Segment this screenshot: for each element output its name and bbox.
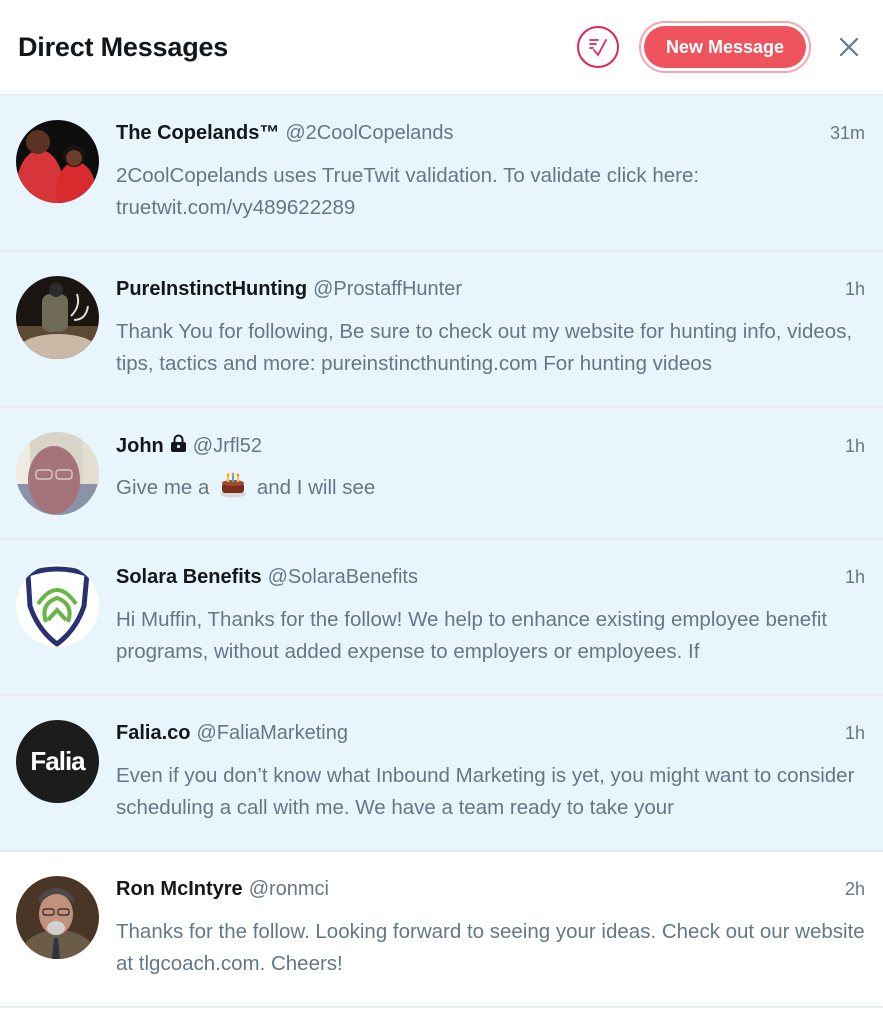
- message-preview: Thanks for the follow. Looking forward t…: [116, 920, 865, 975]
- conversation-item[interactable]: John @Jrfl52 1h Give me a and I will see: [0, 408, 883, 540]
- avatar[interactable]: Falia: [16, 720, 99, 803]
- message-preview: Even if you don’t know what Inbound Mark…: [116, 764, 855, 819]
- message-time: 2h: [844, 879, 865, 899]
- avatar[interactable]: [16, 276, 99, 359]
- new-message-focus-ring: New Message: [638, 21, 811, 73]
- protected-lock-icon: [170, 434, 187, 457]
- message-preview: 2CoolCopelands uses TrueTwit validation.…: [116, 164, 700, 219]
- avatar[interactable]: [16, 564, 99, 647]
- message-time: 1h: [844, 436, 865, 456]
- sender-handle: @Jrfl52: [192, 435, 262, 457]
- sender-handle: @FaliaMarketing: [196, 722, 348, 744]
- sender-name: Solara Benefits: [116, 566, 262, 588]
- avatar[interactable]: [16, 432, 99, 515]
- message-time: 31m: [829, 123, 865, 143]
- message-time: 1h: [844, 723, 865, 743]
- message-time: 1h: [844, 279, 865, 299]
- message-text-after: and I will see: [256, 476, 376, 499]
- conversation-list: The Copelands™ @2CoolCopelands 31m 2Cool…: [0, 96, 883, 1008]
- conversation-item[interactable]: Falia Falia.co @FaliaMarketing 1h Even i…: [0, 696, 883, 852]
- sender-name: John: [116, 435, 164, 457]
- message-text-before: Give me a: [116, 476, 210, 499]
- sender-name: Ron McIntyre: [116, 878, 243, 900]
- avatar[interactable]: [16, 876, 99, 959]
- new-message-button[interactable]: New Message: [643, 26, 806, 68]
- close-icon: [839, 37, 859, 57]
- conversation-item[interactable]: PureInstinctHunting @ProstaffHunter 1h T…: [0, 252, 883, 408]
- sender-name: The Copelands™: [116, 122, 280, 144]
- sender-handle: @ronmci: [248, 878, 329, 900]
- birthday-cake-icon: [219, 472, 247, 508]
- dm-header: Direct Messages New Message: [0, 0, 883, 96]
- message-preview: Give me a and I will see: [116, 472, 865, 508]
- sender-handle: @ProstaffHunter: [313, 278, 462, 300]
- mark-all-read-icon: [589, 39, 607, 56]
- message-time: 1h: [844, 567, 865, 587]
- conversation-item[interactable]: Solara Benefits @SolaraBenefits 1h Hi Mu…: [0, 540, 883, 696]
- avatar-text: Falia: [30, 746, 85, 776]
- sender-name: Falia.co: [116, 722, 191, 744]
- close-button[interactable]: [833, 31, 865, 63]
- message-preview: Hi Muffin, Thanks for the follow! We hel…: [116, 608, 828, 663]
- conversation-item[interactable]: The Copelands™ @2CoolCopelands 31m 2Cool…: [0, 96, 883, 252]
- page-title: Direct Messages: [18, 31, 229, 62]
- mark-all-read-button[interactable]: [576, 26, 619, 68]
- conversation-item[interactable]: Ron McIntyre @ronmci 2h Thanks for the f…: [0, 852, 883, 1008]
- sender-handle: @SolaraBenefits: [267, 566, 418, 588]
- sender-name: PureInstinctHunting: [116, 278, 308, 300]
- message-preview: Thank You for following, Be sure to chec…: [116, 320, 853, 375]
- avatar[interactable]: [16, 120, 99, 203]
- sender-handle: @2CoolCopelands: [285, 122, 454, 144]
